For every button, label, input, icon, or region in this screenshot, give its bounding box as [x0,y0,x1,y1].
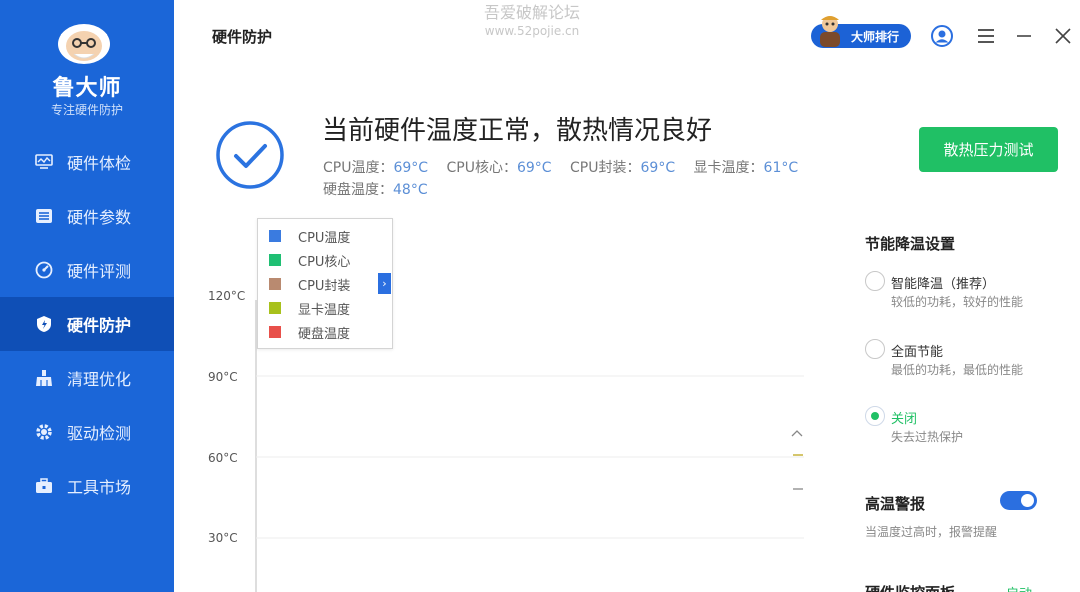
legend-item-cpu-package[interactable]: CPU封装 [258,272,392,296]
sidebar-item-label: 硬件防护 [67,316,132,335]
user-icon [931,25,953,47]
temperature-summary: CPU温度：69°C CPU核心：69°C CPU封装：69°C 显卡温度：61… [323,157,843,201]
sidebar-item-label: 工具市场 [67,478,132,497]
sidebar-nav: 硬件体检 硬件参数 硬件评测 硬件防护 清理优化 驱动检测 工具市场 [0,135,174,513]
legend-swatch [269,278,281,290]
hardware-monitor-panel-title: 硬件监控面板 [865,582,955,592]
broom-icon [34,368,54,388]
legend-swatch [269,302,281,314]
shield-icon [34,314,54,334]
legend-label: CPU温度 [298,230,351,246]
stress-test-button[interactable]: 散热压力测试 [919,127,1058,172]
sidebar-item-label: 硬件参数 [67,208,132,227]
temp-value: 48°C [393,182,428,198]
legend-label: CPU封装 [298,278,351,294]
hardware-monitor-start-link[interactable]: 启动 [1006,583,1032,592]
sidebar-item-label: 驱动检测 [67,424,132,443]
master-lu-logo-icon [58,24,110,64]
gauge-icon [34,260,54,280]
sidebar-item-hardware-params[interactable]: 硬件参数 [0,189,174,243]
legend-item-cpu-temp[interactable]: CPU温度 [258,224,392,248]
app-slogan: 专注硬件防护 [50,103,123,117]
sidebar-item-hardware-protection[interactable]: 硬件防护 [0,297,174,351]
logo-area: 鲁大师 专注硬件防护 [0,0,174,130]
watermark-line2: www.52pojie.cn [484,24,580,38]
chart-legend: CPU温度 CPU核心 CPU封装 显卡温度 硬盘温度 [257,218,393,349]
temp-cpu-core: CPU核心：69°C [447,160,552,176]
sidebar-item-tool-market[interactable]: 工具市场 [0,459,174,513]
y-tick-label: 120°C [208,289,246,303]
minimize-icon [1017,35,1031,37]
temp-value: 69°C [516,160,552,176]
app-name: 鲁大师 [52,76,122,101]
page-title: 硬件防护 [212,28,273,46]
legend-collapse-button[interactable]: › [378,273,391,294]
radio-off[interactable] [865,406,885,426]
option-desc-smart-cooling: 较低的功耗，较好的性能 [891,295,1024,309]
temp-value: 61°C [763,160,799,176]
sidebar-item-label: 硬件体检 [67,154,132,173]
legend-item-gpu-temp[interactable]: 显卡温度 [258,296,392,320]
sidebar-item-hardware-benchmark[interactable]: 硬件评测 [0,243,174,297]
close-icon [1055,28,1071,44]
sidebar-item-hardware-checkup[interactable]: 硬件体检 [0,135,174,189]
high-temp-alarm-toggle[interactable] [1000,491,1037,510]
option-label-off: 关闭 [891,412,918,427]
temp-label: 显卡温度： [693,160,764,176]
rank-button-label: 大师排行 [850,29,899,44]
legend-swatch [269,254,281,266]
sidebar-item-label: 清理优化 [67,370,132,389]
minimize-button[interactable] [1012,24,1036,48]
toolbox-icon [34,476,54,496]
gear-icon [34,422,54,442]
high-temp-alarm-desc: 当温度过高时，报警提醒 [865,525,998,539]
menu-icon [978,29,994,43]
close-button[interactable] [1051,24,1075,48]
watermark-line1: 吾爱破解论坛 [484,3,581,22]
temp-label: CPU封装： [570,160,641,176]
list-icon [34,206,54,226]
option-label-smart-cooling: 智能降温（推荐） [891,277,996,292]
temp-gpu: 显卡温度：61°C [694,160,799,176]
legend-swatch [269,326,281,338]
temp-value: 69°C [393,160,429,176]
option-desc-full-energy-saving: 最低的功耗，最低的性能 [891,363,1024,377]
status-title: 当前硬件温度正常，散热情况良好 [322,116,713,146]
menu-button[interactable] [974,24,998,48]
energy-settings-title: 节能降温设置 [865,235,956,253]
legend-item-cpu-core[interactable]: CPU核心 [258,248,392,272]
temp-label: CPU核心： [446,160,517,176]
y-tick-label: 60°C [208,451,238,465]
temp-label: CPU温度： [323,160,394,176]
legend-label: 显卡温度 [298,302,351,318]
high-temp-alarm-title: 高温警报 [865,495,926,513]
radio-full-energy-saving[interactable] [865,339,885,359]
sidebar-item-cleanup[interactable]: 清理优化 [0,351,174,405]
sidebar: 鲁大师 专注硬件防护 硬件体检 硬件参数 硬件评测 硬件防护 清理优化 驱动检测… [0,0,174,592]
temp-label: 硬盘温度： [323,182,393,198]
temp-cpu: CPU温度：69°C [323,160,428,176]
radio-smart-cooling[interactable] [865,271,885,291]
chart-collapse-chevron-icon [791,430,803,437]
legend-item-disk-temp[interactable]: 硬盘温度 [258,320,392,344]
user-account-button[interactable] [930,24,954,48]
temp-value: 69°C [640,160,676,176]
y-tick-label: 30°C [208,531,238,545]
sidebar-item-label: 硬件评测 [67,262,132,281]
legend-label: 硬盘温度 [298,326,351,342]
master-avatar-icon [820,16,840,47]
temp-cpu-package: CPU封装：69°C [570,160,675,176]
option-desc-off: 失去过热保护 [891,430,964,444]
watermark: 吾爱破解论坛 www.52pojie.cn [484,4,580,40]
temp-disk: 硬盘温度：48°C [323,182,428,198]
status-ok-check-icon [216,121,284,189]
option-label-full-energy-saving: 全面节能 [891,345,944,360]
monitor-icon [34,152,54,172]
sidebar-item-driver-check[interactable]: 驱动检测 [0,405,174,459]
legend-swatch [269,230,281,242]
legend-label: CPU核心 [298,254,351,270]
y-tick-label: 90°C [208,370,238,384]
